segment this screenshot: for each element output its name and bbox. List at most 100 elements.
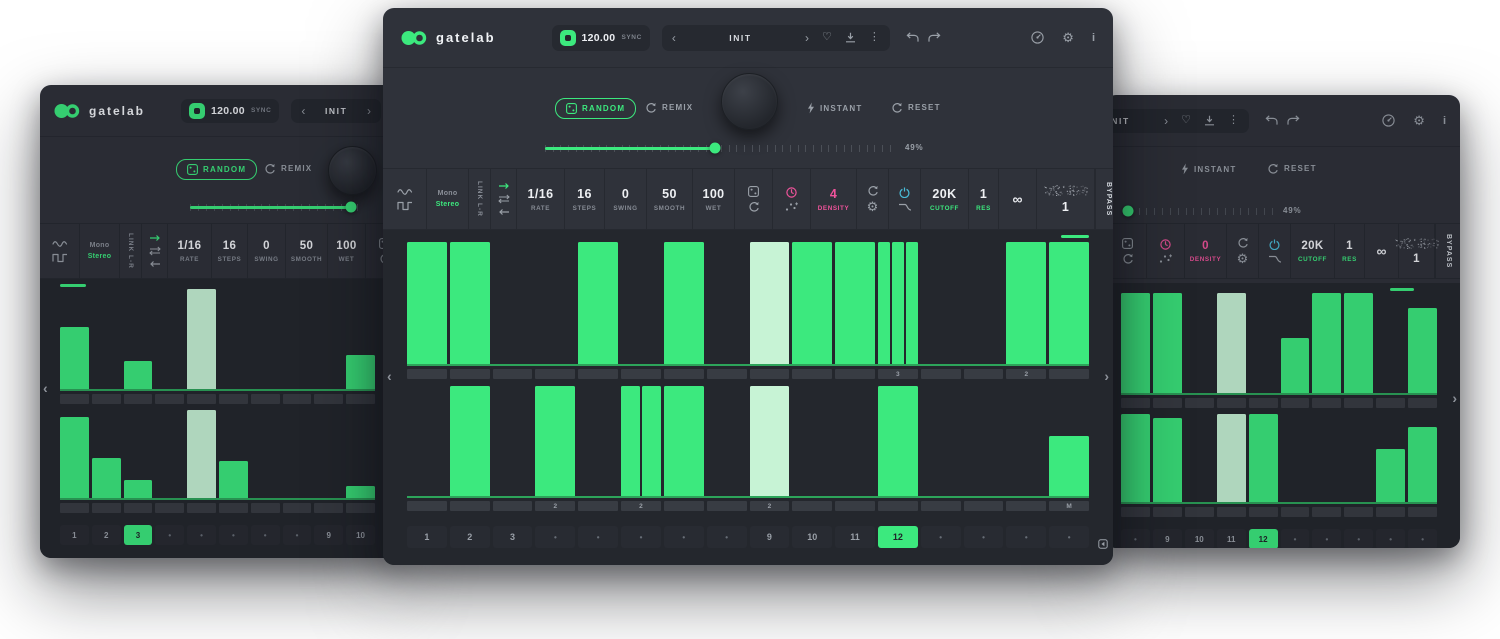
gate-bar[interactable] — [1376, 449, 1405, 502]
substep-cell[interactable] — [835, 501, 875, 511]
undo-icon[interactable] — [906, 32, 919, 43]
gate-bar[interactable] — [346, 486, 375, 498]
random-button[interactable]: RANDOM — [176, 159, 257, 180]
substep-cell[interactable] — [124, 503, 153, 513]
gate-step[interactable] — [187, 289, 216, 389]
substep-cell[interactable] — [155, 394, 184, 404]
gate-bar[interactable] — [407, 242, 447, 364]
ctrl-waveforms[interactable] — [40, 224, 80, 278]
gate-bar[interactable] — [878, 242, 890, 364]
gate-bar[interactable] — [1153, 418, 1182, 502]
substep-cell[interactable] — [1153, 398, 1182, 408]
step-number-9[interactable]: 9 — [314, 525, 343, 545]
substep-cell[interactable] — [921, 369, 961, 379]
download-icon[interactable] — [1204, 115, 1215, 126]
gate-step[interactable] — [124, 289, 153, 389]
gate-step[interactable] — [251, 289, 280, 389]
gate-step[interactable] — [1281, 414, 1310, 502]
gate-step[interactable] — [878, 386, 918, 496]
step-number-9[interactable]: 9 — [750, 526, 790, 548]
gate-bar[interactable] — [60, 417, 89, 498]
step-number-4[interactable]: • — [535, 526, 575, 548]
substep-cell[interactable] — [1185, 507, 1214, 517]
gate-step[interactable] — [1121, 293, 1150, 393]
gate-step[interactable] — [1006, 242, 1046, 364]
ctrl-density[interactable]: 4DENSITY — [811, 169, 857, 229]
ctrl-jitter[interactable] — [1147, 224, 1185, 278]
substep-cell[interactable] — [964, 369, 1004, 379]
step-number-2[interactable]: 2 — [92, 525, 121, 545]
heart-icon[interactable]: ♡ — [822, 32, 832, 43]
substep-cell[interactable] — [92, 503, 121, 513]
gate-bar[interactable] — [535, 386, 575, 496]
ctrl-arrows[interactable] — [491, 169, 517, 229]
gate-step[interactable] — [314, 410, 343, 498]
gate-step[interactable] — [1344, 414, 1373, 502]
ctrl-channel[interactable]: MonoStereo — [80, 224, 120, 278]
gate-bar[interactable] — [1121, 414, 1150, 502]
ctrl-random2[interactable] — [1109, 224, 1147, 278]
ctrl-smooth[interactable]: 50SMOOTH — [286, 224, 328, 278]
substep-cell[interactable] — [1185, 398, 1214, 408]
gate-step[interactable] — [578, 386, 618, 496]
dots-icon[interactable]: ⋮ — [1228, 115, 1239, 126]
step-number-2[interactable]: 2 — [450, 526, 490, 548]
ctrl-bypass[interactable]: BYPASS — [1435, 224, 1460, 278]
ctrl-noise[interactable]: 1 — [1037, 169, 1095, 229]
ctrl-waveforms[interactable] — [383, 169, 427, 229]
substep-cell[interactable] — [92, 394, 121, 404]
next-page-chevron[interactable]: › — [1104, 368, 1109, 384]
step-number-3[interactable]: 10 — [1185, 529, 1214, 548]
substep-cell[interactable] — [792, 369, 832, 379]
gate-step[interactable] — [535, 242, 575, 364]
reset-button[interactable]: RESET — [1267, 163, 1317, 174]
ctrl-channel[interactable]: MonoStereo — [427, 169, 469, 229]
substep-cell[interactable] — [251, 394, 280, 404]
slider-handle[interactable] — [346, 202, 357, 213]
redo-icon[interactable] — [1287, 115, 1300, 126]
substep-cell[interactable] — [1217, 507, 1246, 517]
step-number-7[interactable]: • — [664, 526, 704, 548]
gate-bar[interactable] — [1217, 293, 1246, 393]
gate-step[interactable] — [664, 386, 704, 496]
gate-step[interactable] — [1312, 293, 1341, 393]
ctrl-rate[interactable]: 1/16RATE — [517, 169, 565, 229]
gate-bar[interactable] — [1121, 293, 1150, 393]
substep-cell[interactable] — [750, 369, 790, 379]
stop-button[interactable] — [189, 103, 205, 119]
gate-bar[interactable] — [750, 386, 790, 496]
step-number-10[interactable]: • — [1408, 529, 1437, 548]
substep-cell[interactable]: 2 — [535, 501, 575, 511]
gate-step[interactable] — [578, 242, 618, 364]
substep-cell[interactable] — [1312, 398, 1341, 408]
main-knob[interactable] — [328, 146, 377, 195]
ctrl-arrows[interactable] — [142, 224, 168, 278]
gate-step[interactable] — [493, 242, 533, 364]
gate-step[interactable] — [1153, 293, 1182, 393]
ctrl-link[interactable]: LINK L-R — [469, 169, 491, 229]
download-icon[interactable] — [845, 32, 856, 43]
ctrl-wet[interactable]: 100WET — [328, 224, 366, 278]
gate-step[interactable] — [1281, 293, 1310, 393]
gate-step[interactable] — [835, 242, 875, 364]
substep-cell[interactable] — [664, 369, 704, 379]
gate-step[interactable] — [155, 410, 184, 498]
ctrl-density[interactable]: 0DENSITY — [1185, 224, 1227, 278]
step-number-12[interactable]: 12 — [878, 526, 918, 548]
prev-page-chevron[interactable]: ‹ — [387, 368, 392, 384]
substep-cell[interactable] — [187, 503, 216, 513]
gate-step[interactable] — [346, 289, 375, 389]
preset-next-button[interactable]: › — [367, 105, 371, 117]
gate-bar[interactable] — [124, 361, 153, 389]
random-button[interactable]: RANDOM — [555, 98, 636, 119]
step-number-16[interactable]: • — [1049, 526, 1089, 548]
step-number-1[interactable]: 1 — [60, 525, 89, 545]
substep-cell[interactable] — [283, 503, 312, 513]
gate-bar[interactable] — [1049, 436, 1089, 497]
gate-step[interactable] — [346, 410, 375, 498]
slider-handle[interactable] — [1122, 206, 1133, 217]
gate-bar[interactable] — [1344, 293, 1373, 393]
gate-bar[interactable] — [664, 242, 704, 364]
ctrl-noise[interactable]: 1 — [1399, 224, 1435, 278]
preset-next-button[interactable]: › — [805, 32, 809, 44]
